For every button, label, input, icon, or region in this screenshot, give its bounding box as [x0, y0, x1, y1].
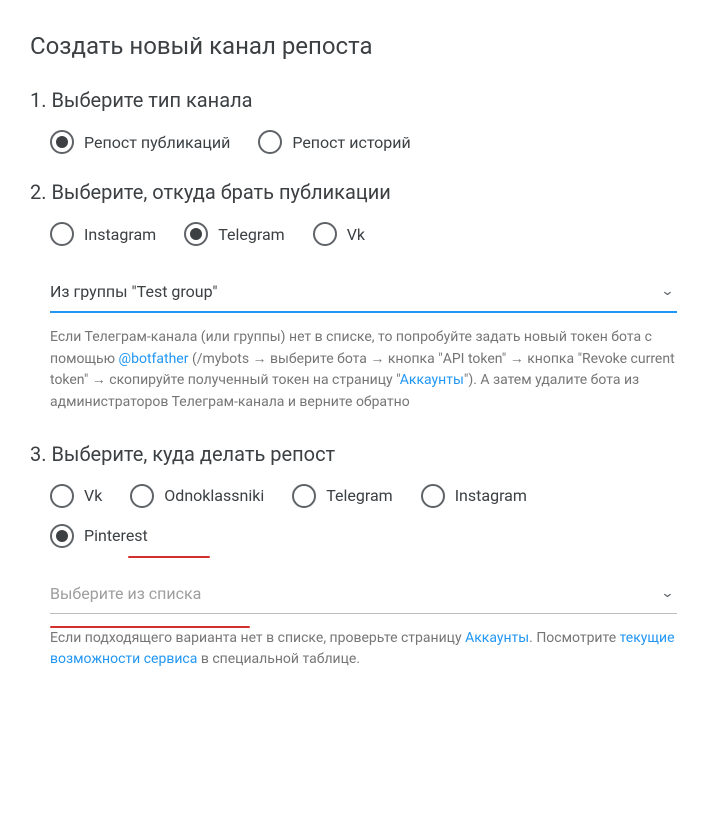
radio-icon [50, 222, 74, 246]
radio-repost-stories[interactable]: Репост историй [258, 130, 410, 154]
step1-radio-group: Репост публикаций Репост историй [30, 130, 697, 154]
radio-source-instagram[interactable]: Instagram [50, 222, 156, 246]
radio-source-vk[interactable]: Vk [313, 222, 365, 246]
radio-icon [50, 484, 74, 508]
source-group-dropdown[interactable]: Из группы "Test group" ⌄ [50, 272, 677, 313]
radio-repost-publications[interactable]: Репост публикаций [50, 130, 230, 154]
radio-target-pinterest[interactable]: Pinterest [50, 524, 697, 548]
radio-source-telegram[interactable]: Telegram [184, 222, 284, 246]
help-text-fragment: в специальной таблице. [197, 651, 360, 667]
step2-radio-group: Instagram Telegram Vk [30, 222, 697, 246]
radio-label: Vk [347, 225, 365, 244]
dropdown-value: Из группы "Test group" [50, 282, 217, 301]
annotation-underline [128, 556, 210, 559]
radio-label: Репост историй [292, 133, 410, 152]
accounts-link[interactable]: Аккаунты [465, 630, 529, 646]
radio-target-instagram[interactable]: Instagram [421, 484, 527, 508]
step2-heading: 2. Выберите, откуда брать публикации [30, 180, 697, 204]
radio-target-odnoklassniki[interactable]: Odnoklassniki [130, 484, 264, 508]
radio-label: Telegram [326, 486, 392, 505]
annotation-underline [50, 626, 250, 629]
radio-label: Репост публикаций [84, 133, 230, 152]
step1-heading: 1. Выберите тип канала [30, 88, 697, 112]
botfather-link[interactable]: @botfather [119, 351, 189, 367]
radio-icon [50, 524, 74, 548]
radio-label: Telegram [218, 225, 284, 244]
radio-label: Pinterest [84, 526, 148, 545]
radio-label: Instagram [455, 486, 527, 505]
chevron-down-icon: ⌄ [660, 284, 674, 299]
radio-icon [421, 484, 445, 508]
step3-radio-group: Vk Odnoklassniki Telegram Instagram Pint… [30, 484, 697, 548]
accounts-link[interactable]: Аккаунты [400, 372, 464, 388]
step3-heading: 3. Выберите, куда делать репост [30, 442, 697, 466]
radio-icon [258, 130, 282, 154]
radio-icon [184, 222, 208, 246]
help-text-fragment: . Посмотрите [529, 630, 619, 646]
dropdown-placeholder: Выберите из списка [50, 584, 201, 603]
step3-help-text: Если подходящего варианта нет в списке, … [50, 628, 677, 671]
chevron-down-icon: ⌄ [660, 586, 674, 601]
radio-label: Odnoklassniki [164, 486, 264, 505]
page-title: Создать новый канал репоста [30, 32, 697, 60]
radio-icon [292, 484, 316, 508]
step2-help-text: Если Телеграм-канала (или группы) нет в … [50, 327, 677, 414]
radio-label: Vk [84, 486, 102, 505]
radio-target-vk[interactable]: Vk [50, 484, 102, 508]
help-text-fragment: Если подходящего варианта нет в списке, … [50, 630, 465, 646]
radio-label: Instagram [84, 225, 156, 244]
radio-icon [313, 222, 337, 246]
radio-target-telegram[interactable]: Telegram [292, 484, 392, 508]
radio-icon [50, 130, 74, 154]
target-list-dropdown[interactable]: Выберите из списка ⌄ [50, 574, 677, 614]
radio-icon [130, 484, 154, 508]
